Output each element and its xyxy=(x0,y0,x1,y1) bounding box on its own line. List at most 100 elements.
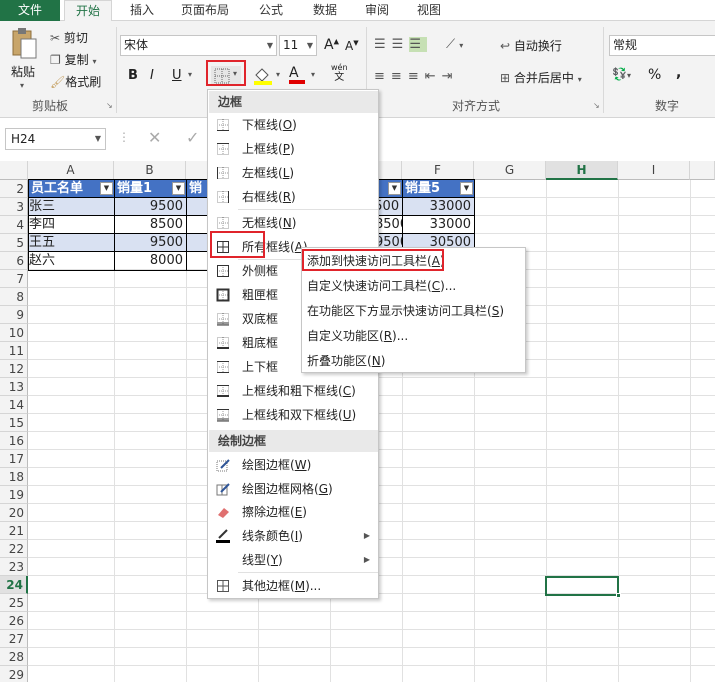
font-color-dropdown-icon[interactable]: ▾ xyxy=(311,70,315,79)
table-cell[interactable]: 33000 xyxy=(403,216,474,234)
row-header-20[interactable]: 20 xyxy=(0,504,28,522)
border-menu-item[interactable]: 上框线和粗下框线(C) xyxy=(209,379,378,403)
table-header-cell[interactable]: 销 xyxy=(187,180,208,198)
draw-border-menu-item[interactable]: 绘图边框网格(G) xyxy=(209,477,378,501)
paste-icon[interactable] xyxy=(8,27,42,61)
row-header-12[interactable]: 12 xyxy=(0,360,28,378)
table-cell[interactable]: 赵六 xyxy=(29,252,114,270)
cancel-icon[interactable]: ✕ xyxy=(148,128,161,147)
font-size-combo[interactable]: 11 ▼ xyxy=(279,35,317,56)
font-color-button[interactable]: A xyxy=(289,65,305,84)
row-header-19[interactable]: 19 xyxy=(0,486,28,504)
table-cell[interactable]: 李四 xyxy=(29,216,114,234)
col-header-b[interactable]: B xyxy=(114,161,186,180)
table-header-cell[interactable]: 销量5 ▼ xyxy=(403,180,474,198)
filter-dropdown-icon[interactable]: ▼ xyxy=(460,182,473,195)
clipboard-launcher-icon[interactable]: ↘ xyxy=(106,101,113,110)
comma-button[interactable]: , xyxy=(676,65,681,81)
row-header-26[interactable]: 26 xyxy=(0,612,28,630)
align-left-icon[interactable]: ≡ xyxy=(374,69,391,84)
row-header-18[interactable]: 18 xyxy=(0,468,28,486)
col-header-i[interactable]: I xyxy=(618,161,690,180)
draw-border-menu-item[interactable]: 线型(Y) ▶ xyxy=(209,548,378,572)
vertical-align-buttons[interactable]: ☰☰☰ xyxy=(374,37,427,52)
row-header-2[interactable]: 2 xyxy=(0,180,28,198)
row-header-10[interactable]: 10 xyxy=(0,324,28,342)
chevron-down-icon[interactable]: ▼ xyxy=(95,129,101,149)
tab-review[interactable]: 审阅 xyxy=(352,0,402,21)
border-menu-item[interactable]: 上框线(P) xyxy=(209,137,378,161)
draw-border-menu-item[interactable]: 线条颜色(I) ▶ xyxy=(209,524,378,548)
italic-button[interactable]: I xyxy=(150,68,154,83)
row-header-9[interactable]: 9 xyxy=(0,306,28,324)
table-cell[interactable]: 33000 xyxy=(403,198,474,216)
row-header-21[interactable]: 21 xyxy=(0,522,28,540)
decrease-indent-icon[interactable]: ⇤ xyxy=(425,69,442,84)
underline-button[interactable]: U xyxy=(172,68,182,83)
horizontal-align-buttons[interactable]: ≡≡≡⇤⇥ xyxy=(374,69,459,84)
border-menu-item[interactable]: 左框线(L) xyxy=(209,161,378,185)
row-header-5[interactable]: 5 xyxy=(0,234,28,252)
active-cell-h24[interactable] xyxy=(545,576,619,596)
row-header-28[interactable]: 28 xyxy=(0,648,28,666)
table-cell[interactable]: 9500 xyxy=(115,198,186,216)
col-header-a[interactable]: A xyxy=(28,161,114,180)
align-middle-icon[interactable]: ☰ xyxy=(392,37,410,52)
align-right-icon[interactable]: ≡ xyxy=(408,69,425,84)
table-cell[interactable]: 8500 xyxy=(375,216,402,234)
row-header-13[interactable]: 13 xyxy=(0,378,28,396)
col-header-j[interactable] xyxy=(690,161,715,180)
chevron-down-icon[interactable]: ▼ xyxy=(307,36,313,55)
context-menu-item[interactable]: 自定义功能区(R)... xyxy=(303,324,525,349)
border-menu-item[interactable]: 上框线和双下框线(U) xyxy=(209,403,378,427)
row-header-11[interactable]: 11 xyxy=(0,342,28,360)
filter-dropdown-icon[interactable]: ▼ xyxy=(100,182,113,195)
row-header-25[interactable]: 25 xyxy=(0,594,28,612)
align-bottom-icon[interactable]: ☰ xyxy=(409,37,427,52)
copy-button[interactable]: ❐ 复制 ▾ xyxy=(50,51,96,68)
table-cell[interactable] xyxy=(187,234,208,252)
row-header-16[interactable]: 16 xyxy=(0,432,28,450)
row-header-27[interactable]: 27 xyxy=(0,630,28,648)
tab-page-layout[interactable]: 页面布局 xyxy=(172,0,238,21)
tab-formulas[interactable]: 公式 xyxy=(246,0,296,21)
paste-dropdown-icon[interactable]: ▾ xyxy=(20,81,24,90)
table-cell[interactable]: 9500 xyxy=(375,198,402,216)
number-format-combo[interactable]: 常规 xyxy=(609,35,715,56)
tab-view[interactable]: 视图 xyxy=(404,0,454,21)
border-menu-item[interactable]: 右框线(R) xyxy=(209,185,378,209)
increase-font-button[interactable]: A▲ xyxy=(324,37,339,53)
context-menu-item[interactable]: 自定义快速访问工具栏(C)... xyxy=(303,274,525,299)
draw-border-menu-item[interactable]: 绘图边框(W) xyxy=(209,453,378,477)
underline-dropdown-icon[interactable]: ▾ xyxy=(188,70,192,79)
percent-button[interactable]: % xyxy=(648,67,661,83)
cut-button[interactable]: ✂ 剪切 xyxy=(50,29,88,46)
border-menu-item[interactable]: 下框线(O) xyxy=(209,113,378,137)
table-header-cell[interactable]: 销量1 ▼ xyxy=(115,180,186,198)
enter-icon[interactable]: ✓ xyxy=(186,128,199,147)
fill-color-button[interactable] xyxy=(252,65,274,88)
row-header-7[interactable]: 7 xyxy=(0,270,28,288)
table-cell[interactable]: 9500 xyxy=(115,234,186,252)
table-cell[interactable]: 王五 xyxy=(29,234,114,252)
draw-border-menu-item[interactable]: 其他边框(M)... xyxy=(209,574,378,598)
table-cell[interactable] xyxy=(187,198,208,216)
filter-dropdown-icon[interactable]: ▼ xyxy=(172,182,185,195)
alignment-launcher-icon[interactable]: ↘ xyxy=(593,101,600,110)
row-header-3[interactable]: 3 xyxy=(0,198,28,216)
table-header-cell[interactable]: ▼ xyxy=(375,180,402,198)
row-header-4[interactable]: 4 xyxy=(0,216,28,234)
row-header-15[interactable]: 15 xyxy=(0,414,28,432)
row-header-29[interactable]: 29 xyxy=(0,666,28,682)
table-cell[interactable]: 张三 xyxy=(29,198,114,216)
bold-button[interactable]: B xyxy=(128,68,138,83)
name-box[interactable]: H24 ▼ xyxy=(5,128,106,150)
context-menu-item[interactable]: 折叠功能区(N) xyxy=(303,349,525,374)
row-header-17[interactable]: 17 xyxy=(0,450,28,468)
wrap-text-button[interactable]: ↩ 自动换行 xyxy=(500,37,562,54)
paste-button[interactable]: 粘贴 xyxy=(11,63,35,80)
row-header-22[interactable]: 22 xyxy=(0,540,28,558)
font-name-combo[interactable]: 宋体 ▼ xyxy=(120,35,277,56)
fill-handle[interactable] xyxy=(616,593,621,598)
draw-border-menu-item[interactable]: 擦除边框(E) xyxy=(209,500,378,524)
